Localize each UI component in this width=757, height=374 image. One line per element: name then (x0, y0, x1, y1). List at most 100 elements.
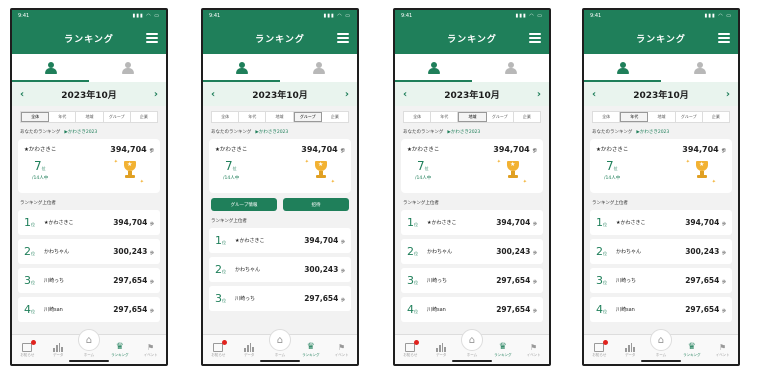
hamburger-menu-icon[interactable] (718, 33, 730, 43)
filter-option[interactable]: 企業 (514, 112, 540, 122)
tab-personal-ranking[interactable] (584, 54, 661, 82)
tab-personal-ranking[interactable] (203, 54, 280, 82)
rank-position: 2位 (596, 245, 616, 258)
trophy-nav-icon: ♛ (115, 342, 124, 352)
nav-ranking[interactable]: ♛ ランキング (107, 343, 133, 358)
tab-group-ranking[interactable] (472, 54, 549, 82)
filter-option[interactable]: 地域 (266, 112, 294, 122)
filter-option[interactable]: 全体 (593, 112, 621, 122)
filter-option[interactable]: グループ (487, 112, 514, 122)
next-month-button[interactable]: › (154, 89, 158, 100)
list-item[interactable]: 2位 かわちゃん 300,243 歩 (590, 239, 732, 264)
nav-home[interactable]: ⌂ ホーム (459, 329, 485, 358)
list-item[interactable]: 2位 かわちゃん 300,243 歩 (18, 239, 160, 264)
status-icons: ▮▮▮ ◠ ▭ (132, 13, 160, 19)
my-ranking-label: あなたのランキング (403, 130, 444, 135)
filter-option[interactable]: 地域 (648, 112, 676, 122)
my-rank-unit: 位 (41, 166, 46, 171)
prev-month-button[interactable]: ‹ (592, 89, 596, 100)
filter-option[interactable]: 企業 (703, 112, 729, 122)
nav-mail[interactable]: お知らせ (205, 340, 231, 358)
tab-group-ranking[interactable] (280, 54, 357, 82)
list-item[interactable]: 1位 ★かわさきこ 394,704 歩 (401, 210, 543, 235)
filter-option[interactable]: 年代 (49, 112, 77, 122)
filter-option[interactable]: グループ (676, 112, 703, 122)
nav-data[interactable]: データ (617, 343, 643, 358)
nav-home[interactable]: ⌂ ホーム (76, 329, 102, 358)
hamburger-menu-icon[interactable] (529, 33, 541, 43)
my-ranking-link[interactable]: ▶かわさき2023 (636, 129, 669, 135)
nav-ranking[interactable]: ♛ ランキング (679, 343, 705, 358)
filter-option[interactable]: 全体 (212, 112, 240, 122)
next-month-button[interactable]: › (345, 89, 349, 100)
tab-group-ranking[interactable] (89, 54, 166, 82)
nav-mail[interactable]: お知らせ (397, 340, 423, 358)
filter-option[interactable]: 企業 (131, 112, 157, 122)
list-item[interactable]: 4位 川崎san 297,654 歩 (590, 297, 732, 322)
filter-option[interactable]: 年代 (620, 112, 649, 122)
filter-option[interactable]: 地域 (76, 112, 104, 122)
nav-ranking[interactable]: ♛ ランキング (298, 343, 324, 358)
status-icons: ▮▮▮ ◠ ▭ (704, 13, 732, 19)
hamburger-menu-icon[interactable] (146, 33, 158, 43)
my-ranking-link[interactable]: ▶かわさき2023 (255, 129, 288, 135)
list-item[interactable]: 3位 川崎っち 297,654 歩 (18, 268, 160, 293)
my-ranking-link[interactable]: ▶かわさき2023 (447, 129, 480, 135)
nav-data[interactable]: データ (45, 343, 71, 358)
filter-segment: 全体 年代 地域 グループ 企業 (20, 111, 158, 123)
list-item[interactable]: 1位 ★かわさきこ 394,704 歩 (590, 210, 732, 235)
prev-month-button[interactable]: ‹ (211, 89, 215, 100)
notification-badge (603, 340, 609, 345)
filter-option[interactable]: グループ (104, 112, 131, 122)
filter-option[interactable]: 年代 (239, 112, 267, 122)
next-month-button[interactable]: › (537, 89, 541, 100)
list-item[interactable]: 3位 川崎っち 297,654 歩 (590, 268, 732, 293)
filter-option[interactable]: 全体 (404, 112, 432, 122)
tab-personal-ranking[interactable] (395, 54, 472, 82)
nav-data[interactable]: データ (236, 343, 262, 358)
list-item[interactable]: 2位 かわちゃん 300,243 歩 (401, 239, 543, 264)
filter-option[interactable]: 全体 (21, 112, 50, 122)
filter-option[interactable]: 地域 (458, 112, 487, 122)
status-bar: 9:41 ▮▮▮ ◠ ▭ (395, 10, 549, 22)
tab-personal-ranking[interactable] (12, 54, 89, 82)
prev-month-button[interactable]: ‹ (403, 89, 407, 100)
rank-number: 2 (24, 245, 31, 258)
prev-month-button[interactable]: ‹ (20, 89, 24, 100)
nav-mail[interactable]: お知らせ (14, 340, 40, 358)
next-month-button[interactable]: › (726, 89, 730, 100)
list-item[interactable]: 1位 ★かわさきこ 394,704 歩 (209, 228, 351, 253)
ranker-steps-value: 297,654 (685, 276, 720, 285)
step-unit: 歩 (533, 221, 537, 226)
ranker-name: かわちゃん (44, 249, 70, 255)
nav-event[interactable]: ⚑ イベント (521, 343, 547, 358)
filter-option[interactable]: 企業 (322, 112, 348, 122)
nav-mail[interactable]: お知らせ (586, 340, 612, 358)
list-item[interactable]: 1位 ★かわさきこ 394,704 歩 (18, 210, 160, 235)
phone-screen-1: 9:41 ▮▮▮ ◠ ▭ ランキング ‹ 2023年10月 › 全体 年代 地域 グル… (10, 8, 168, 366)
list-item[interactable]: 4位 川崎san 297,654 歩 (18, 297, 160, 322)
nav-event[interactable]: ⚑ イベント (138, 343, 164, 358)
sparkle-icon: ✦ (711, 179, 716, 185)
nav-mail-label: お知らせ (592, 353, 607, 357)
nav-home[interactable]: ⌂ ホーム (648, 329, 674, 358)
nav-data[interactable]: データ (428, 343, 454, 358)
trophy-icon: ★ (694, 161, 710, 183)
hamburger-menu-icon[interactable] (337, 33, 349, 43)
tab-group-ranking[interactable] (661, 54, 738, 82)
filter-option[interactable]: グループ (293, 112, 322, 122)
nav-event[interactable]: ⚑ イベント (710, 343, 736, 358)
list-item[interactable]: 3位 川崎っち 297,654 歩 (401, 268, 543, 293)
nav-event[interactable]: ⚑ イベント (329, 343, 355, 358)
group-info-button[interactable]: グループ情報 (211, 198, 277, 211)
list-item[interactable]: 3位 川崎っち 297,654 歩 (209, 286, 351, 311)
list-item[interactable]: 4位 川崎san 297,654 歩 (401, 297, 543, 322)
invite-button[interactable]: 招待 (283, 198, 349, 211)
my-ranking-link[interactable]: ▶かわさき2023 (64, 129, 97, 135)
list-item[interactable]: 2位 かわちゃん 300,243 歩 (209, 257, 351, 282)
nav-ranking-label: ランキング (494, 353, 512, 357)
step-unit: 歩 (150, 250, 154, 255)
nav-home[interactable]: ⌂ ホーム (267, 329, 293, 358)
filter-option[interactable]: 年代 (431, 112, 459, 122)
nav-ranking[interactable]: ♛ ランキング (490, 343, 516, 358)
